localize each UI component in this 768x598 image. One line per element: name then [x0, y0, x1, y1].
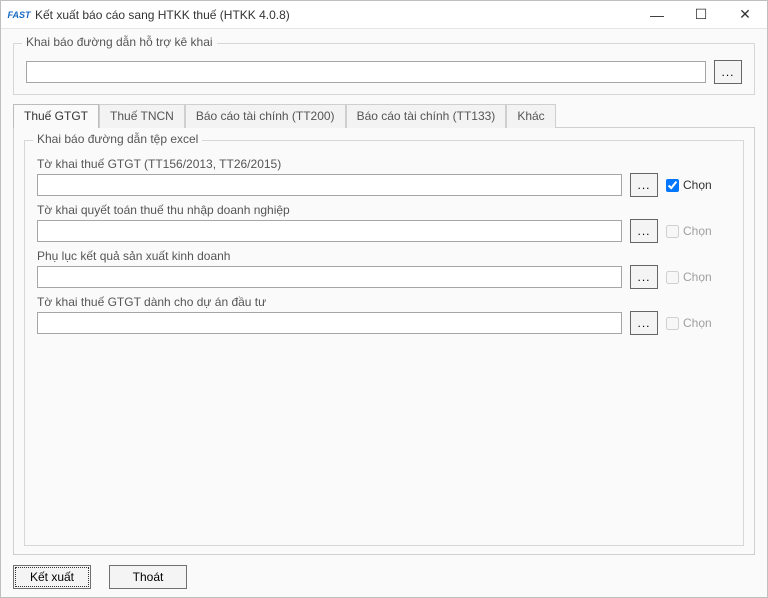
maximize-button[interactable]: ☐: [679, 1, 723, 29]
tab-panel-thue-gtgt: Khai báo đường dẫn tệp excel Tờ khai thu…: [13, 127, 755, 555]
excel-row-0-label: Tờ khai thuế GTGT (TT156/2013, TT26/2015…: [37, 157, 731, 171]
support-path-browse-button[interactable]: ...: [714, 60, 742, 84]
support-path-legend: Khai báo đường dẫn hỗ trợ kê khai: [22, 35, 217, 49]
excel-row-2: Phụ lục kết quả sản xuất kinh doanh ... …: [37, 249, 731, 289]
export-button[interactable]: Kết xuất: [13, 565, 91, 589]
exit-button[interactable]: Thoát: [109, 565, 187, 589]
excel-row-3-check-label: Chọn: [683, 316, 731, 330]
excel-path-group: Khai báo đường dẫn tệp excel Tờ khai thu…: [24, 140, 744, 546]
support-path-input[interactable]: [26, 61, 706, 83]
tabstrip: Thuế GTGT Thuế TNCN Báo cáo tài chính (T…: [13, 103, 755, 127]
excel-row-3: Tờ khai thuế GTGT dành cho dự án đầu tư …: [37, 295, 731, 335]
client-area: Khai báo đường dẫn hỗ trợ kê khai ... Th…: [1, 29, 767, 565]
tab-bctc-tt200[interactable]: Báo cáo tài chính (TT200): [185, 104, 346, 128]
excel-row-1-check-label: Chọn: [683, 224, 731, 238]
support-path-group: Khai báo đường dẫn hỗ trợ kê khai ...: [13, 43, 755, 95]
excel-row-2-check-label: Chọn: [683, 270, 731, 284]
excel-row-0-check[interactable]: Chọn: [666, 178, 731, 192]
excel-row-2-input[interactable]: [37, 266, 622, 288]
excel-row-0-browse-button[interactable]: ...: [630, 173, 658, 197]
excel-row-1-checkbox: [666, 225, 679, 238]
excel-row-3-browse-button[interactable]: ...: [630, 311, 658, 335]
window-title: Kết xuất báo cáo sang HTKK thuế (HTKK 4.…: [35, 8, 290, 22]
excel-row-3-checkbox: [666, 317, 679, 330]
excel-row-2-check[interactable]: Chọn: [666, 270, 731, 284]
excel-row-1-check[interactable]: Chọn: [666, 224, 731, 238]
maximize-icon: ☐: [695, 6, 708, 23]
excel-row-3-label: Tờ khai thuế GTGT dành cho dự án đầu tư: [37, 295, 731, 309]
excel-row-1-label: Tờ khai quyết toán thuế thu nhập doanh n…: [37, 203, 731, 217]
excel-path-legend: Khai báo đường dẫn tệp excel: [33, 132, 202, 146]
excel-row-0-check-label: Chọn: [683, 178, 731, 192]
close-button[interactable]: ✕: [723, 1, 767, 29]
excel-row-3-input[interactable]: [37, 312, 622, 334]
excel-row-2-label: Phụ lục kết quả sản xuất kinh doanh: [37, 249, 731, 263]
tab-bctc-tt133[interactable]: Báo cáo tài chính (TT133): [346, 104, 507, 128]
tab-khac[interactable]: Khác: [506, 104, 555, 128]
excel-row-3-check[interactable]: Chọn: [666, 316, 731, 330]
titlebar: FAST Kết xuất báo cáo sang HTKK thuế (HT…: [1, 1, 767, 29]
tab-thue-gtgt[interactable]: Thuế GTGT: [13, 104, 99, 128]
tabs-wrap: Thuế GTGT Thuế TNCN Báo cáo tài chính (T…: [13, 103, 755, 555]
excel-row-1-browse-button[interactable]: ...: [630, 219, 658, 243]
excel-row-1-input[interactable]: [37, 220, 622, 242]
app-icon: FAST: [7, 7, 31, 23]
excel-row-0: Tờ khai thuế GTGT (TT156/2013, TT26/2015…: [37, 157, 731, 197]
support-path-row: ...: [26, 60, 742, 84]
excel-row-2-browse-button[interactable]: ...: [630, 265, 658, 289]
minimize-button[interactable]: —: [635, 1, 679, 29]
window-root: FAST Kết xuất báo cáo sang HTKK thuế (HT…: [0, 0, 768, 598]
close-icon: ✕: [739, 6, 751, 23]
excel-row-0-checkbox[interactable]: [666, 179, 679, 192]
minimize-icon: —: [650, 7, 664, 23]
footer: Kết xuất Thoát: [1, 565, 767, 597]
excel-row-2-checkbox: [666, 271, 679, 284]
excel-row-1: Tờ khai quyết toán thuế thu nhập doanh n…: [37, 203, 731, 243]
excel-row-0-input[interactable]: [37, 174, 622, 196]
tab-thue-tncn[interactable]: Thuế TNCN: [99, 104, 185, 128]
